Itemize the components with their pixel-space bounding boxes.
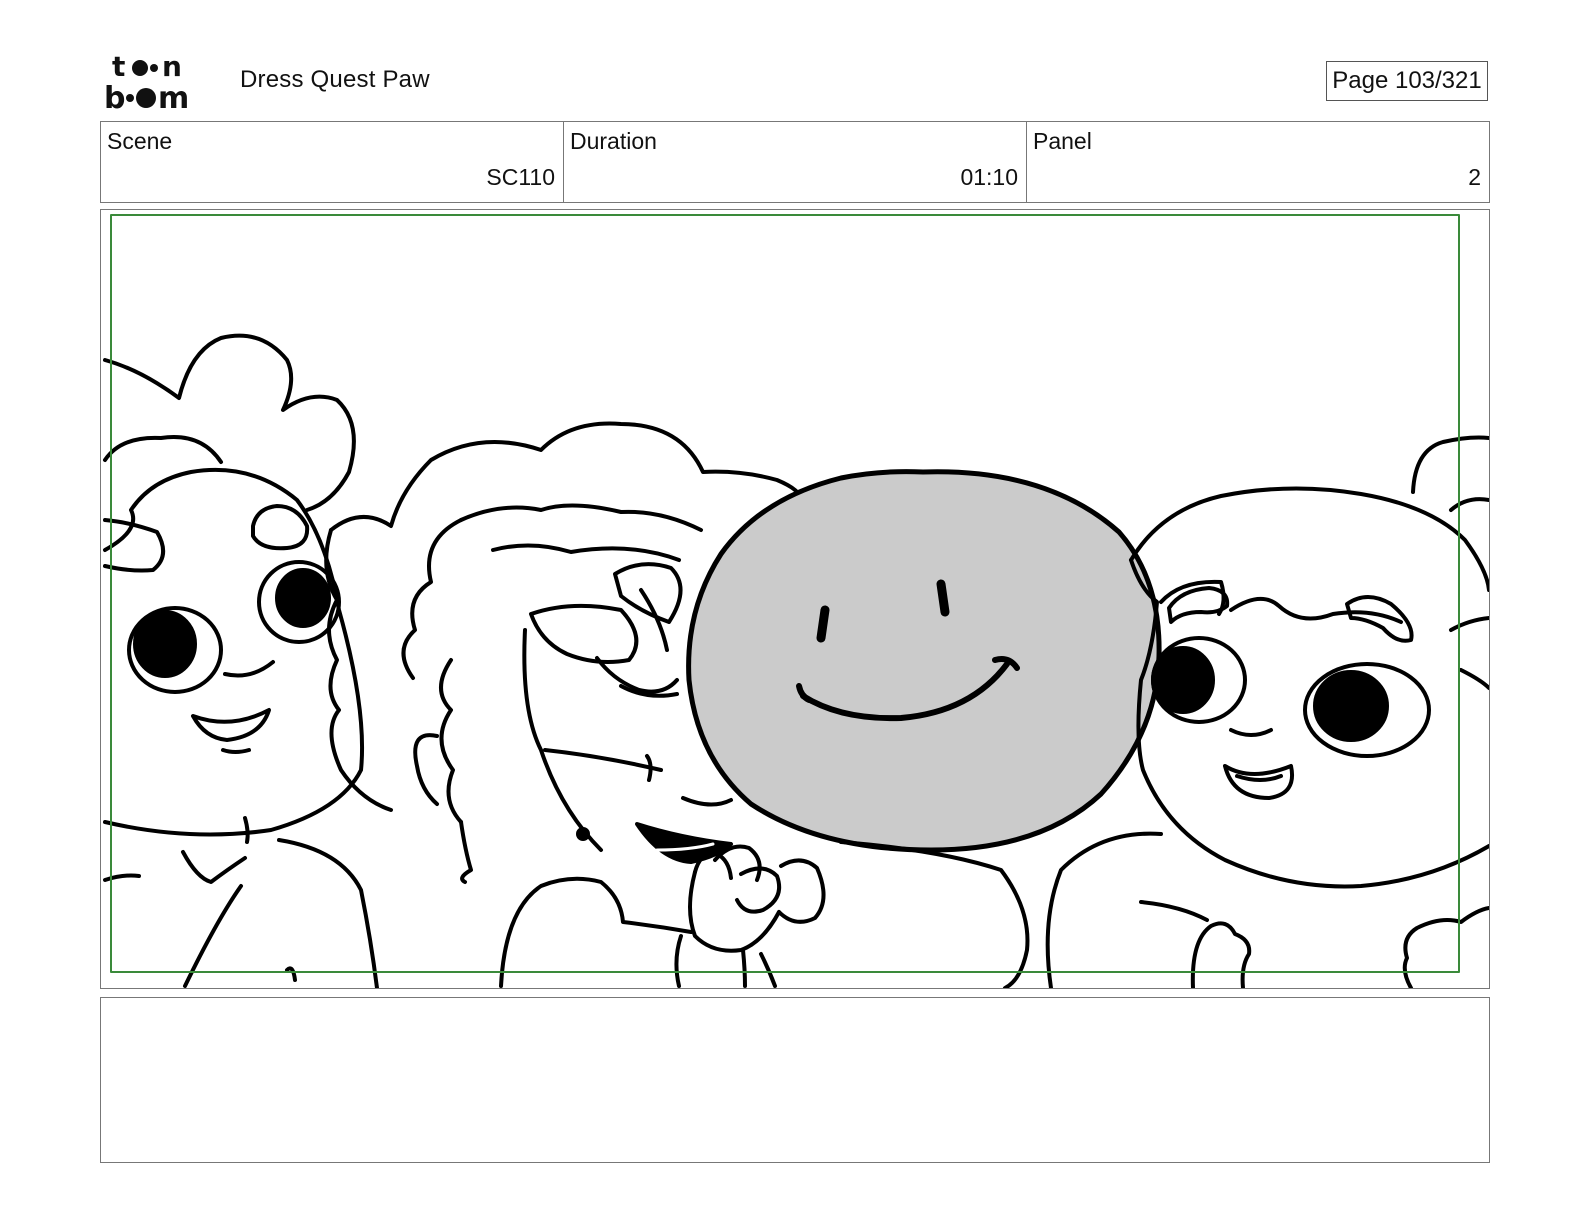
toon-boom-logo-icon: t n b m (104, 50, 189, 116)
logo-dot (126, 94, 134, 102)
logo-dot (150, 64, 158, 72)
duration-value: 01:10 (960, 164, 1018, 190)
logo-letter-n: n (162, 50, 182, 83)
panel-drawing (103, 214, 1489, 988)
info-table: Scene SC110 Duration 01:10 Panel 2 (100, 121, 1490, 203)
scene-label: Scene (107, 128, 173, 154)
duration-label: Duration (570, 128, 657, 154)
logo-letter-b: b (104, 81, 125, 112)
scene-value: SC110 (486, 164, 555, 190)
logo-letter-t: t (112, 50, 125, 83)
panel-cell: Panel 2 (1027, 122, 1489, 202)
duration-cell: Duration 01:10 (564, 122, 1027, 202)
logo-dot (132, 60, 148, 76)
scene-cell: Scene SC110 (101, 122, 564, 202)
panel-notes-box (100, 997, 1490, 1163)
panel-value: 2 (1468, 164, 1481, 190)
panel-label: Panel (1033, 128, 1092, 154)
page-indicator: Page 103/321 (1326, 61, 1488, 101)
toon-boom-logo: t n b m (104, 50, 216, 116)
storyboard-panel (100, 209, 1490, 989)
smiley-mask (686, 469, 1162, 853)
project-title: Dress Quest Paw (240, 66, 430, 93)
logo-dot (136, 88, 156, 108)
logo-letter-m: m (158, 81, 189, 112)
